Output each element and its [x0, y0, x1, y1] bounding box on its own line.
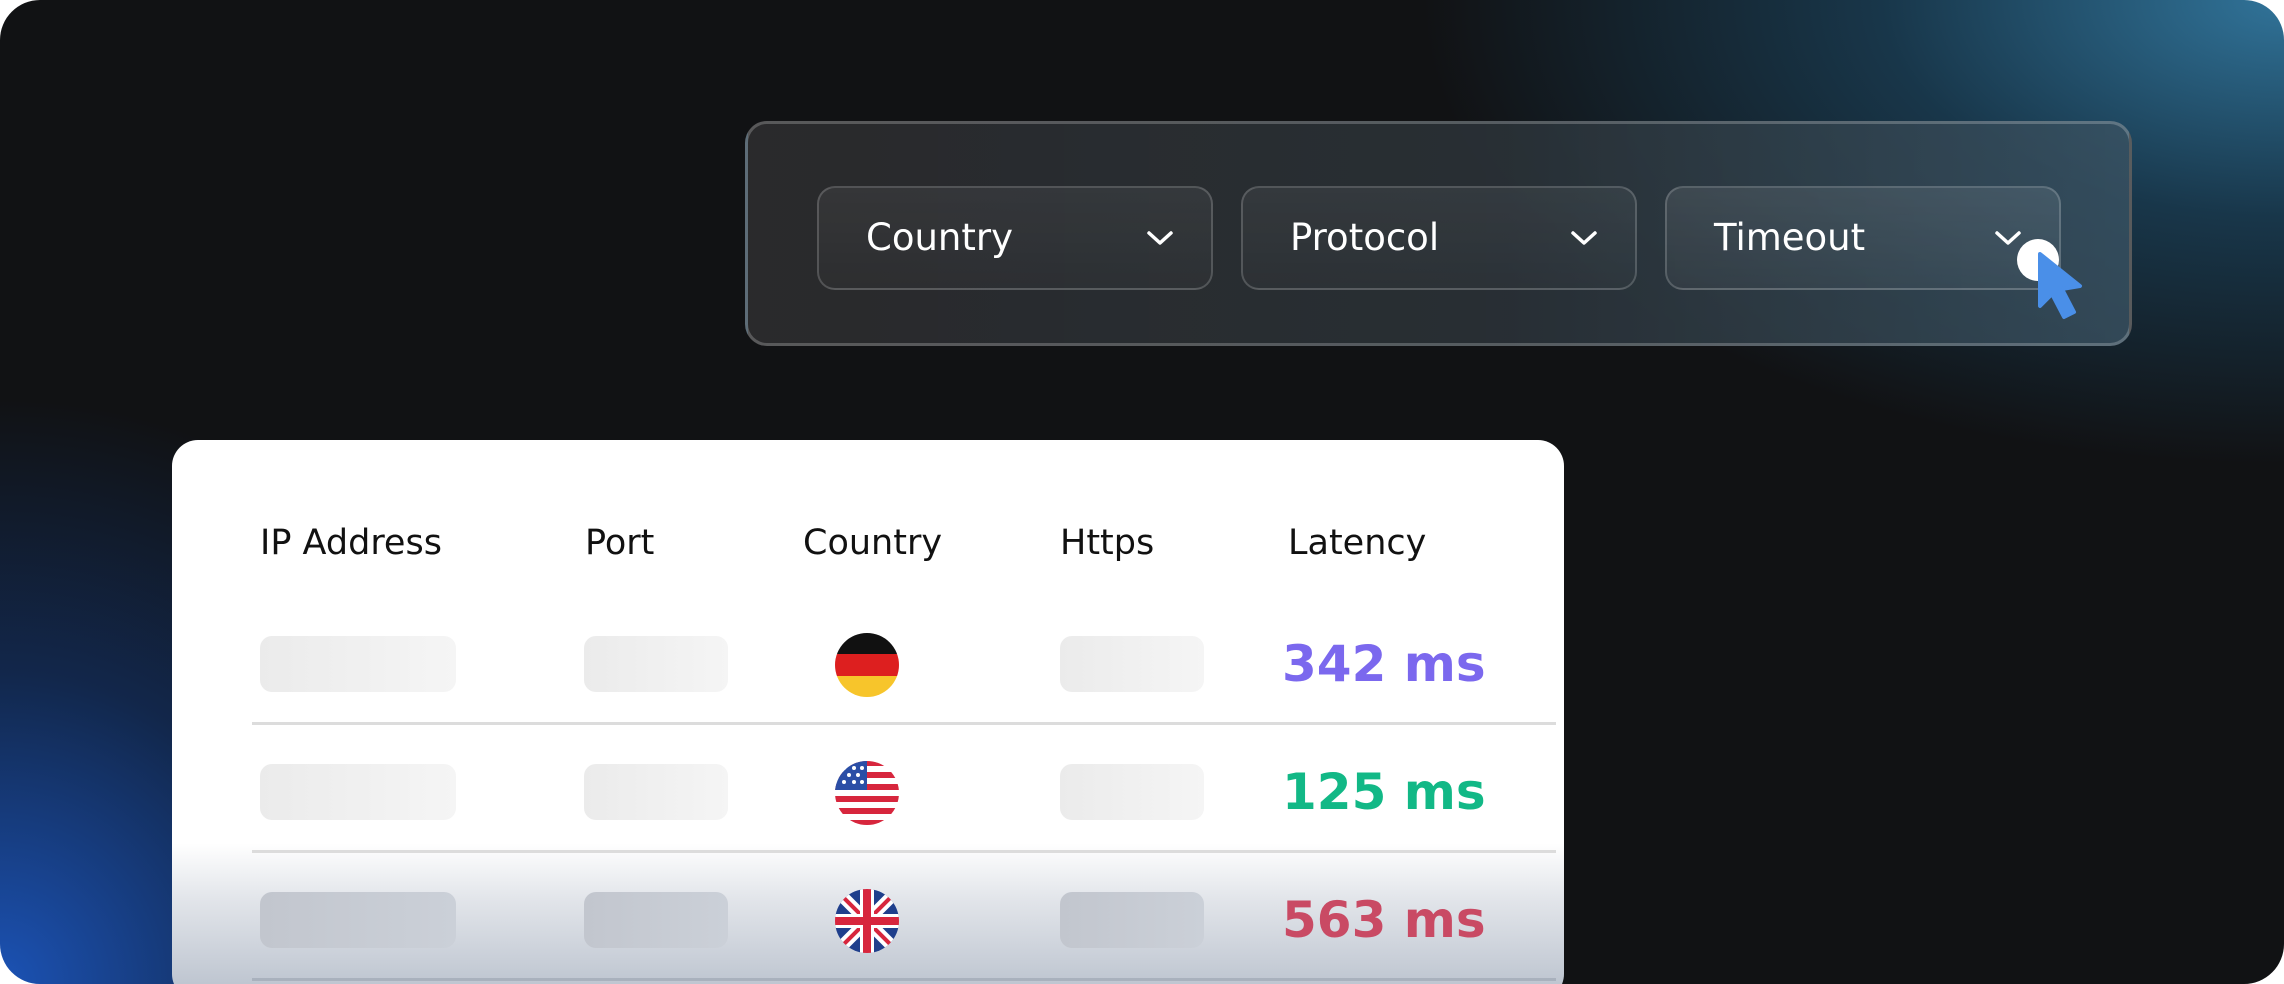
country-dropdown[interactable]: Country — [817, 186, 1213, 290]
row-divider — [252, 850, 1556, 853]
port-placeholder — [584, 636, 728, 692]
port-placeholder — [584, 764, 728, 820]
port-placeholder — [584, 892, 728, 948]
germany-flag-icon — [835, 633, 899, 697]
country-dropdown-label: Country — [866, 216, 1013, 259]
chevron-down-icon — [1147, 231, 1173, 245]
row-divider — [252, 722, 1556, 725]
ip-placeholder — [260, 636, 456, 692]
timeout-dropdown-label: Timeout — [1714, 216, 1866, 259]
filter-bar: Country Protocol Timeout — [745, 121, 2132, 346]
hero-background: Country Protocol Timeout IP Address Port… — [0, 0, 2284, 984]
row-divider — [252, 978, 1556, 981]
table-row[interactable]: 125 ms — [172, 728, 1564, 856]
https-placeholder — [1060, 764, 1204, 820]
protocol-dropdown-label: Protocol — [1290, 216, 1440, 259]
uk-flag-icon — [835, 889, 899, 953]
https-placeholder — [1060, 892, 1204, 948]
mouse-pointer-icon — [2017, 239, 2082, 319]
https-placeholder — [1060, 636, 1204, 692]
proxy-table: IP Address Port Country Https Latency 34… — [172, 440, 1564, 984]
protocol-dropdown[interactable]: Protocol — [1241, 186, 1637, 290]
header-country: Country — [803, 523, 943, 563]
chevron-down-icon — [1571, 231, 1597, 245]
header-latency: Latency — [1288, 523, 1427, 563]
latency-value: 563 ms — [1282, 891, 1486, 949]
table-row[interactable]: 563 ms — [172, 856, 1564, 984]
table-row[interactable]: 342 ms — [172, 600, 1564, 728]
latency-value: 125 ms — [1282, 763, 1486, 821]
header-ip-address: IP Address — [260, 523, 442, 563]
latency-value: 342 ms — [1282, 635, 1486, 693]
timeout-dropdown[interactable]: Timeout — [1665, 186, 2061, 290]
usa-flag-icon — [835, 761, 899, 825]
header-https: Https — [1060, 523, 1155, 563]
ip-placeholder — [260, 892, 456, 948]
ip-placeholder — [260, 764, 456, 820]
header-port: Port — [585, 523, 655, 563]
